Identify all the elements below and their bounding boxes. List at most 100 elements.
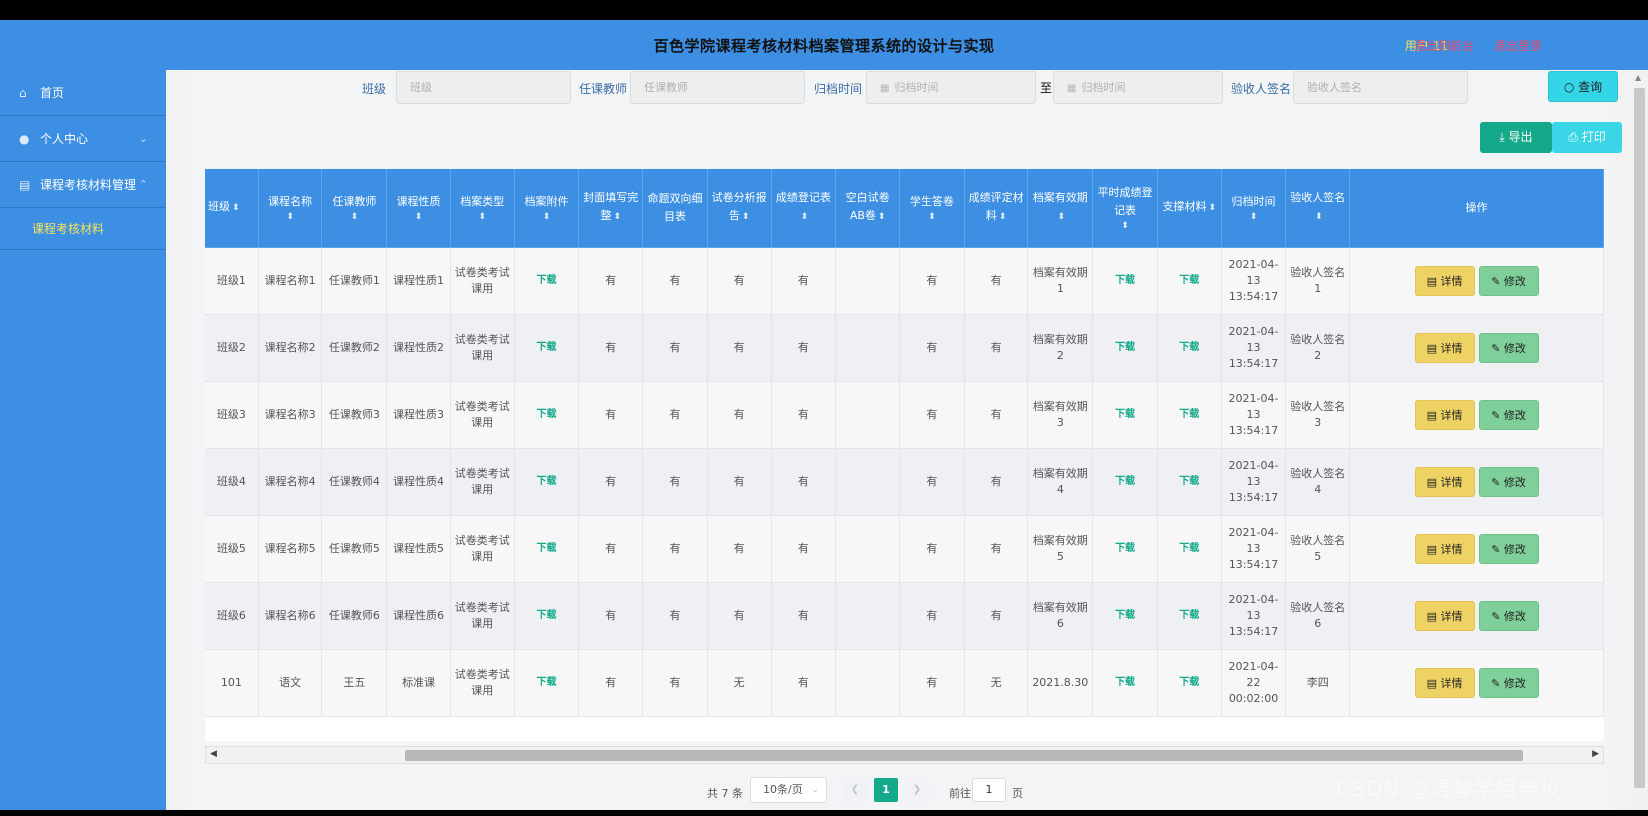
- teacher-input[interactable]: 任课教师: [630, 71, 805, 104]
- download-link[interactable]: 下载: [1092, 448, 1158, 516]
- page-number-current[interactable]: 1: [874, 778, 898, 802]
- print-button[interactable]: ⎙ 打印: [1552, 122, 1622, 153]
- column-header[interactable]: 学生答卷 ⬍: [899, 169, 965, 248]
- sort-icon[interactable]: ⬍: [999, 212, 1007, 222]
- edit-button[interactable]: ✎ 修改: [1478, 600, 1539, 631]
- download-link[interactable]: 下载: [1157, 515, 1222, 583]
- column-header[interactable]: 任课教师 ⬍: [321, 169, 388, 248]
- edit-button[interactable]: ✎ 修改: [1478, 399, 1539, 430]
- scroll-right-icon[interactable]: ▶: [1592, 749, 1599, 759]
- sidebar-subitem-course-materials[interactable]: 课程考核材料: [0, 208, 166, 250]
- column-header[interactable]: 平时成绩登记表 ⬍: [1092, 169, 1158, 248]
- export-button[interactable]: ⤓ 导出: [1480, 122, 1552, 153]
- download-link[interactable]: 下载: [1092, 649, 1158, 717]
- sort-icon[interactable]: ⬍: [325, 211, 383, 223]
- download-link[interactable]: 下载: [514, 582, 580, 650]
- download-link[interactable]: 下载: [514, 381, 580, 449]
- detail-button[interactable]: ▤ 详情: [1414, 533, 1475, 564]
- column-header[interactable]: 试卷分析报告 ⬍: [707, 169, 772, 248]
- download-link[interactable]: 下载: [1092, 247, 1158, 315]
- download-link[interactable]: 下载: [1092, 515, 1158, 583]
- vertical-scrollbar[interactable]: ▲: [1631, 70, 1648, 810]
- download-link[interactable]: 下载: [514, 314, 580, 382]
- sort-icon[interactable]: ⬍: [878, 212, 886, 222]
- page-size-select[interactable]: 10条/页 ⌄: [750, 777, 827, 803]
- download-link[interactable]: 下载: [1157, 582, 1222, 650]
- download-link[interactable]: 下载: [514, 448, 580, 516]
- class-input[interactable]: 班级: [396, 71, 571, 104]
- column-header[interactable]: 支撑材料 ⬍: [1157, 169, 1222, 248]
- column-header[interactable]: 档案附件 ⬍: [514, 169, 580, 248]
- next-page-button[interactable]: ❯: [905, 778, 929, 802]
- download-link[interactable]: 下载: [1092, 381, 1158, 449]
- download-link[interactable]: 下载: [1157, 247, 1222, 315]
- actions-cell: ▤ 详情 ✎ 修改: [1349, 247, 1604, 315]
- column-header[interactable]: 课程性质 ⬍: [386, 169, 451, 248]
- download-link[interactable]: 下载: [1157, 314, 1222, 382]
- detail-button[interactable]: ▤ 详情: [1414, 265, 1475, 296]
- download-link[interactable]: 下载: [514, 247, 580, 315]
- download-link[interactable]: 下载: [1157, 649, 1222, 717]
- table-cell: 有: [707, 314, 772, 382]
- detail-button[interactable]: ▤ 详情: [1414, 399, 1475, 430]
- search-button[interactable]: ○ 查询: [1548, 71, 1618, 102]
- download-link[interactable]: 下载: [1092, 582, 1158, 650]
- scrollbar-thumb[interactable]: [405, 750, 1523, 761]
- column-header[interactable]: 验收人签名 ⬍: [1285, 169, 1351, 248]
- sort-icon[interactable]: ⬍: [1225, 211, 1283, 223]
- sort-icon[interactable]: ⬍: [1209, 203, 1217, 213]
- download-link[interactable]: 下载: [1092, 314, 1158, 382]
- column-header[interactable]: 命题双向细目表: [642, 169, 708, 248]
- edit-button[interactable]: ✎ 修改: [1478, 332, 1539, 363]
- edit-button[interactable]: ✎ 修改: [1478, 533, 1539, 564]
- sidebar-item-personal-center[interactable]: ● 个人中心 ⌄: [0, 116, 166, 162]
- download-link[interactable]: 下载: [1157, 448, 1222, 516]
- column-header[interactable]: 成绩登记表 ⬍: [771, 169, 837, 248]
- column-header[interactable]: 空白试卷AB卷 ⬍: [835, 169, 900, 248]
- archive-time-to-input[interactable]: ▦ 归档时间: [1053, 71, 1223, 104]
- actions-cell: ▤ 详情 ✎ 修改: [1349, 448, 1604, 516]
- edit-button[interactable]: ✎ 修改: [1478, 667, 1539, 698]
- detail-button[interactable]: ▤ 详情: [1414, 332, 1475, 363]
- sort-icon[interactable]: ⬍: [613, 212, 621, 222]
- logout-link[interactable]: 退出登录: [1494, 37, 1542, 54]
- sort-icon[interactable]: ⬍: [518, 211, 576, 223]
- goto-page-input[interactable]: 1: [972, 778, 1006, 802]
- sidebar-item-home[interactable]: ⌂ 首页: [0, 70, 166, 116]
- sort-icon[interactable]: ⬍: [232, 203, 240, 213]
- sort-icon[interactable]: ⬍: [903, 211, 961, 223]
- column-header[interactable]: 成绩评定材料 ⬍: [964, 169, 1029, 248]
- archive-time-from-input[interactable]: ▦ 归档时间: [866, 71, 1036, 104]
- detail-button[interactable]: ▤ 详情: [1414, 667, 1475, 698]
- scroll-left-icon[interactable]: ◀: [210, 749, 217, 759]
- sidebar-item-material-management[interactable]: ▤ 课程考核材料管理 ⌃: [0, 162, 166, 208]
- edit-button[interactable]: ✎ 修改: [1478, 265, 1539, 296]
- back-to-front-link[interactable]: 退出到前台: [1414, 37, 1474, 54]
- sort-icon[interactable]: ⬍: [1096, 220, 1154, 232]
- sort-icon[interactable]: ⬍: [1058, 212, 1066, 222]
- column-header[interactable]: 档案类型 ⬍: [450, 169, 515, 248]
- download-link[interactable]: 下载: [514, 515, 580, 583]
- table-cell: 试卷类考试课用: [450, 582, 515, 650]
- prev-page-button[interactable]: ❮: [843, 778, 867, 802]
- column-header[interactable]: 课程名称 ⬍: [258, 169, 323, 248]
- download-link[interactable]: 下载: [514, 649, 580, 717]
- sort-icon[interactable]: ⬍: [454, 211, 511, 223]
- column-header[interactable]: 封面填写完整 ⬍: [578, 169, 644, 248]
- detail-button[interactable]: ▤ 详情: [1414, 466, 1475, 497]
- vertical-scrollbar-thumb[interactable]: [1634, 88, 1645, 788]
- horizontal-scrollbar[interactable]: ◀ ▶: [205, 746, 1604, 764]
- sort-icon[interactable]: ⬍: [801, 212, 809, 222]
- column-header[interactable]: 档案有效期 ⬍: [1027, 169, 1094, 248]
- column-header[interactable]: 归档时间 ⬍: [1221, 169, 1287, 248]
- detail-button[interactable]: ▤ 详情: [1414, 600, 1475, 631]
- sort-icon[interactable]: ⬍: [262, 211, 319, 223]
- column-header[interactable]: 班级 ⬍: [205, 169, 259, 248]
- receiver-input[interactable]: 验收人签名: [1293, 71, 1468, 104]
- scroll-up-icon[interactable]: ▲: [1635, 73, 1641, 82]
- sort-icon[interactable]: ⬍: [390, 211, 447, 223]
- sort-icon[interactable]: ⬍: [1315, 212, 1323, 222]
- edit-button[interactable]: ✎ 修改: [1478, 466, 1539, 497]
- download-link[interactable]: 下载: [1157, 381, 1222, 449]
- sort-icon[interactable]: ⬍: [742, 212, 750, 222]
